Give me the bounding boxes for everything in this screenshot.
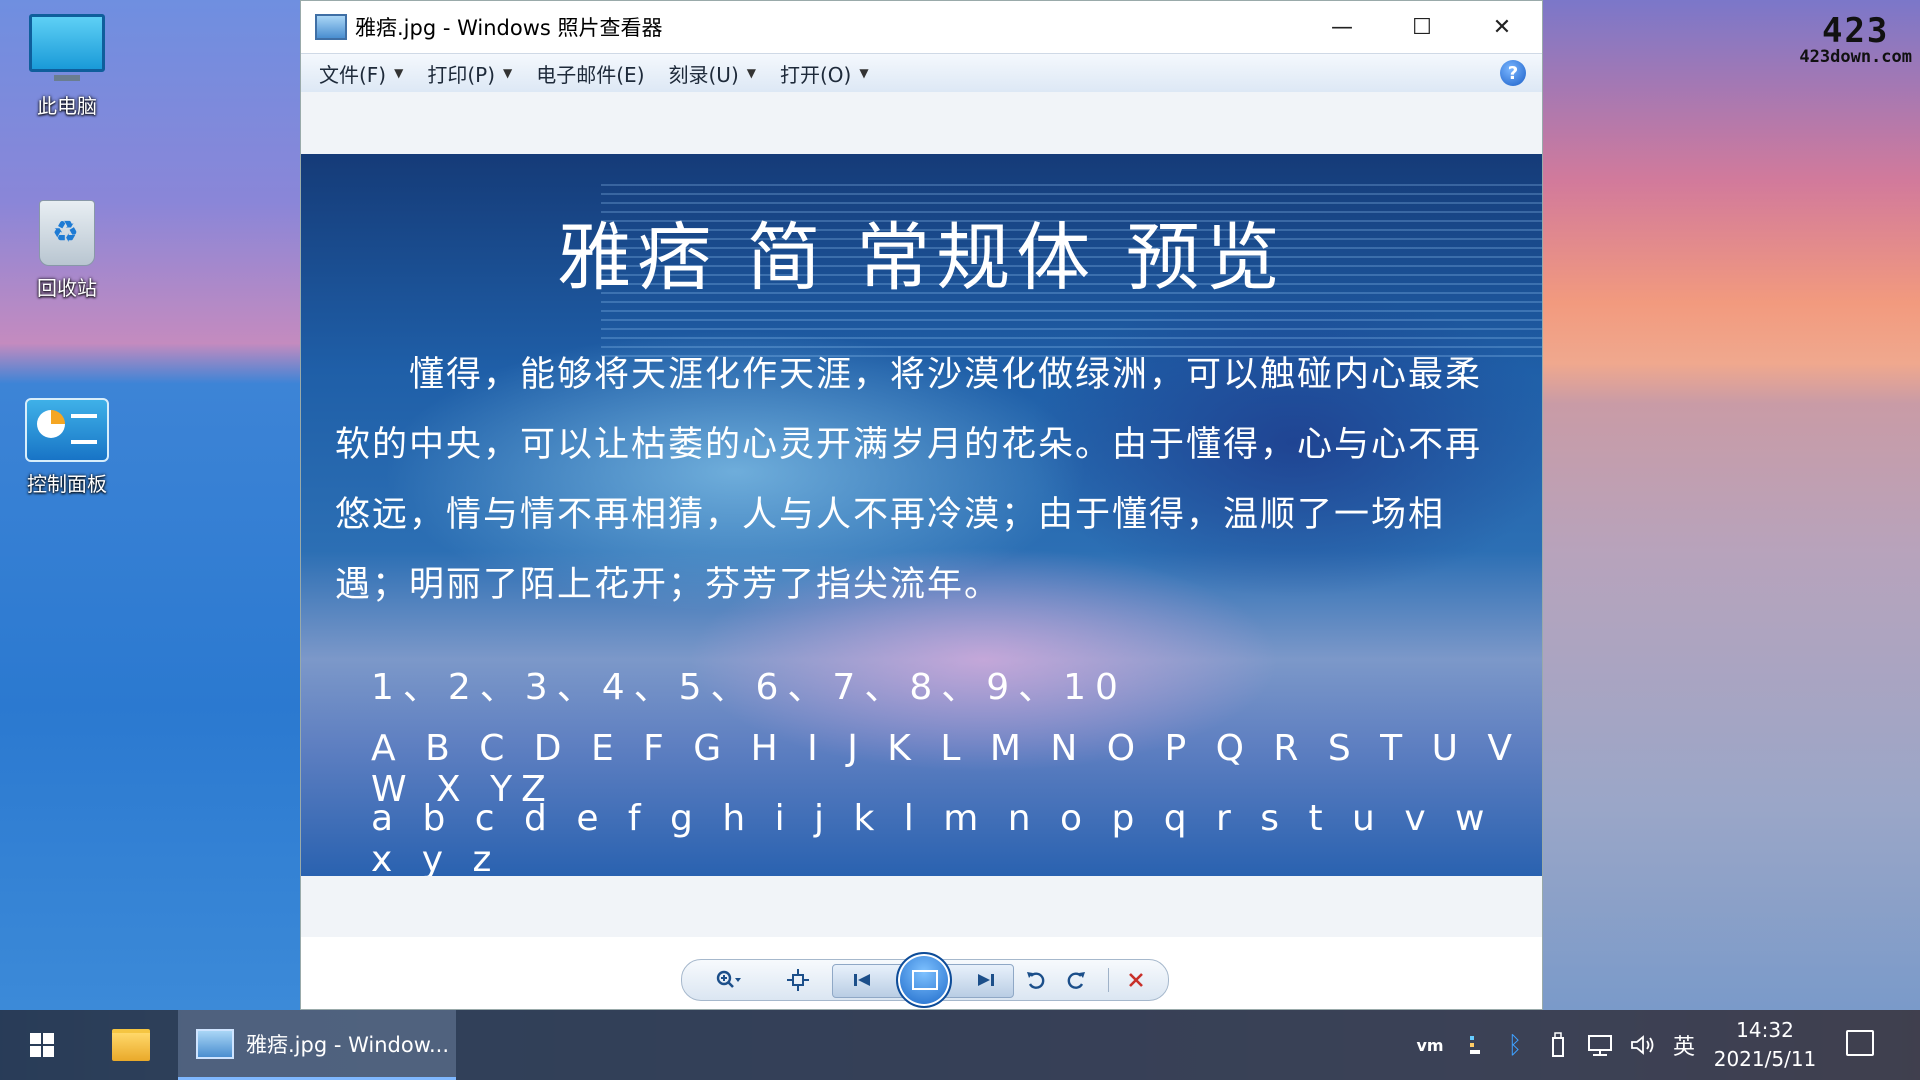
next-icon[interactable] bbox=[972, 966, 1000, 994]
desktop-icon-label: 回收站 bbox=[12, 272, 122, 301]
rotate-right-icon[interactable] bbox=[1062, 966, 1090, 994]
wallpaper-right bbox=[1543, 0, 1920, 1010]
previous-icon[interactable] bbox=[848, 966, 876, 994]
start-button[interactable] bbox=[0, 1010, 84, 1080]
image-numbers: 1、2、3、4、5、6、7、8、9、10 bbox=[371, 658, 1127, 710]
menu-open[interactable]: 打开(O) ▼ bbox=[780, 59, 869, 88]
photo-viewer-window: 雅痞.jpg - Windows 照片查看器 — ☐ ✕ 文件(F) ▼ 打印(P… bbox=[300, 0, 1543, 1010]
watermark-logo-text: 423 bbox=[1799, 14, 1912, 48]
image-paragraph: 懂得，能够将天涯化作天涯，将沙漠化做绿洲，可以触碰内心最柔软的中央，可以让枯萎的… bbox=[335, 340, 1495, 620]
taskbar-photo-viewer[interactable]: 雅痞.jpg - Window... bbox=[178, 1010, 456, 1080]
menu-print[interactable]: 打印(P) ▼ bbox=[427, 59, 512, 88]
window-title: 雅痞.jpg - Windows 照片查看器 bbox=[355, 12, 663, 42]
slideshow-icon[interactable] bbox=[896, 952, 952, 1008]
photo-viewer-icon bbox=[315, 14, 347, 40]
image-lowercase: a b c d e f g h i j k l m n o p q r s t … bbox=[371, 798, 1542, 876]
menu-bar: 文件(F) ▼ 打印(P) ▼ 电子邮件(E) 刻录(U) ▼ 打开(O) ▼ ? bbox=[301, 53, 1542, 93]
clock-date: 2021/5/11 bbox=[1700, 1045, 1830, 1074]
file-explorer-button[interactable] bbox=[96, 1010, 166, 1080]
menu-email[interactable]: 电子邮件(E) bbox=[536, 59, 644, 88]
site-watermark: 423 423down.com bbox=[1799, 14, 1912, 66]
menu-label: 刻录(U) bbox=[669, 59, 739, 88]
fit-window-icon[interactable] bbox=[784, 966, 812, 994]
input-method-indicator[interactable]: 英 bbox=[1666, 1010, 1702, 1080]
maximize-button[interactable]: ☐ bbox=[1382, 1, 1462, 53]
watermark-url: 423down.com bbox=[1799, 48, 1912, 66]
toolbar-separator bbox=[1108, 968, 1109, 992]
caret-down-icon: ▼ bbox=[394, 66, 403, 80]
window-controls: — ☐ ✕ bbox=[1302, 1, 1542, 53]
desktop-icon-label: 控制面板 bbox=[12, 468, 122, 497]
close-button[interactable]: ✕ bbox=[1462, 1, 1542, 53]
menu-label: 电子邮件(E) bbox=[536, 59, 644, 88]
viewer-toolbar bbox=[681, 959, 1169, 1001]
usb-device-icon[interactable] bbox=[1540, 1010, 1576, 1080]
menu-label: 文件(F) bbox=[319, 59, 386, 88]
zoom-icon[interactable] bbox=[714, 966, 742, 994]
desktop-icon-this-pc[interactable]: 此电脑 bbox=[12, 14, 122, 119]
desktop-icon-label: 此电脑 bbox=[12, 90, 122, 119]
photo-viewer-icon bbox=[196, 1029, 234, 1059]
vmware-tray-icon[interactable]: vm bbox=[1412, 1010, 1448, 1080]
menu-label: 打印(P) bbox=[427, 59, 495, 88]
minimize-button[interactable]: — bbox=[1302, 1, 1382, 53]
bluetooth-icon[interactable]: ᛒ bbox=[1500, 1010, 1530, 1080]
menu-file[interactable]: 文件(F) ▼ bbox=[319, 59, 403, 88]
volume-icon[interactable] bbox=[1626, 1010, 1662, 1080]
image-viewport: 雅痞 简 常规体 预览 懂得，能够将天涯化作天涯，将沙漠化做绿洲，可以触碰内心最… bbox=[301, 92, 1542, 937]
taskbar: 雅痞.jpg - Window... vm ᛒ 英 14:32 2021/5/1… bbox=[0, 1010, 1920, 1080]
clock-time: 14:32 bbox=[1700, 1016, 1830, 1045]
wallpaper-left bbox=[0, 0, 300, 1010]
desktop-icon-control-panel[interactable]: 控制面板 bbox=[12, 398, 122, 497]
taskbar-clock[interactable]: 14:32 2021/5/11 bbox=[1700, 1016, 1830, 1074]
menu-label: 打开(O) bbox=[780, 59, 851, 88]
control-panel-icon bbox=[25, 398, 109, 462]
network-activity-icon[interactable] bbox=[1460, 1010, 1490, 1080]
notification-center-icon[interactable] bbox=[1846, 1030, 1874, 1056]
desktop-icon-recycle-bin[interactable]: 回收站 bbox=[12, 200, 122, 301]
help-icon[interactable]: ? bbox=[1500, 60, 1526, 86]
rotate-left-icon[interactable] bbox=[1022, 966, 1050, 994]
caret-down-icon: ▼ bbox=[859, 66, 868, 80]
windows-logo-icon bbox=[30, 1033, 54, 1057]
computer-icon bbox=[29, 14, 105, 72]
image-heading: 雅痞 简 常规体 预览 bbox=[301, 198, 1542, 305]
delete-icon[interactable] bbox=[1122, 966, 1150, 994]
title-bar[interactable]: 雅痞.jpg - Windows 照片查看器 — ☐ ✕ bbox=[301, 1, 1542, 53]
caret-down-icon: ▼ bbox=[747, 66, 756, 80]
caret-down-icon: ▼ bbox=[503, 66, 512, 80]
displayed-image: 雅痞 简 常规体 预览 懂得，能够将天涯化作天涯，将沙漠化做绿洲，可以触碰内心最… bbox=[301, 154, 1542, 876]
recycle-bin-icon bbox=[39, 200, 95, 266]
folder-icon bbox=[112, 1029, 150, 1061]
menu-burn[interactable]: 刻录(U) ▼ bbox=[669, 59, 756, 88]
taskbar-app-label: 雅痞.jpg - Window... bbox=[246, 1029, 449, 1059]
network-icon[interactable] bbox=[1584, 1010, 1620, 1080]
